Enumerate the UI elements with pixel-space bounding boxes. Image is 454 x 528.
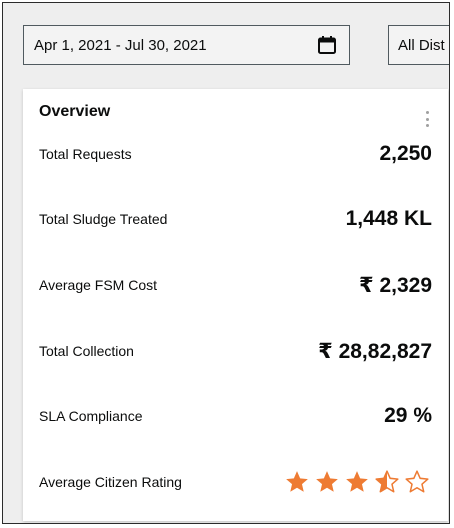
date-range-text: Apr 1, 2021 - Jul 30, 2021 <box>34 36 207 54</box>
district-select-value: All Dist <box>398 36 445 54</box>
star-filled-icon <box>314 469 340 495</box>
calendar-icon[interactable] <box>317 35 337 55</box>
metric-value: ₹ 2,329 <box>359 273 432 297</box>
metric-label: Total Sludge Treated <box>39 211 168 227</box>
metric-row-average-fsm-cost: Average FSM Cost ₹ 2,329 <box>39 270 432 300</box>
metric-label: Total Collection <box>39 343 134 359</box>
kebab-menu-icon[interactable] <box>426 111 430 127</box>
metric-label: Average Citizen Rating <box>39 474 182 490</box>
metric-label: Average FSM Cost <box>39 277 158 293</box>
app-frame: Apr 1, 2021 - Jul 30, 2021 All Dist Over… <box>2 2 450 524</box>
star-empty-icon <box>404 469 430 495</box>
filter-bar: Apr 1, 2021 - Jul 30, 2021 All Dist <box>3 3 449 81</box>
star-filled-icon <box>344 469 370 495</box>
metric-label: Total Requests <box>39 146 132 162</box>
overview-card: Overview Total Requests 2,250 Total Slud… <box>23 89 448 521</box>
metric-value: 2,250 <box>379 142 432 165</box>
metric-label: SLA Compliance <box>39 408 143 424</box>
metric-row-sla-compliance: SLA Compliance 29 % <box>39 401 432 431</box>
metric-row-total-requests: Total Requests 2,250 <box>39 139 432 169</box>
metric-value: ₹ 28,82,827 <box>318 339 432 363</box>
metric-value: 1,448 KL <box>345 207 432 230</box>
metric-row-total-collection: Total Collection ₹ 28,82,827 <box>39 336 432 366</box>
star-half-icon <box>374 469 400 495</box>
metric-row-average-citizen-rating: Average Citizen Rating <box>39 467 432 497</box>
star-rating <box>284 469 430 495</box>
metric-value: 29 % <box>384 404 432 427</box>
metric-row-total-sludge-treated: Total Sludge Treated 1,448 KL <box>39 204 432 234</box>
date-range-picker[interactable]: Apr 1, 2021 - Jul 30, 2021 <box>23 25 350 65</box>
district-select[interactable]: All Dist <box>388 25 449 65</box>
overview-title: Overview <box>39 103 111 120</box>
star-filled-icon <box>284 469 310 495</box>
